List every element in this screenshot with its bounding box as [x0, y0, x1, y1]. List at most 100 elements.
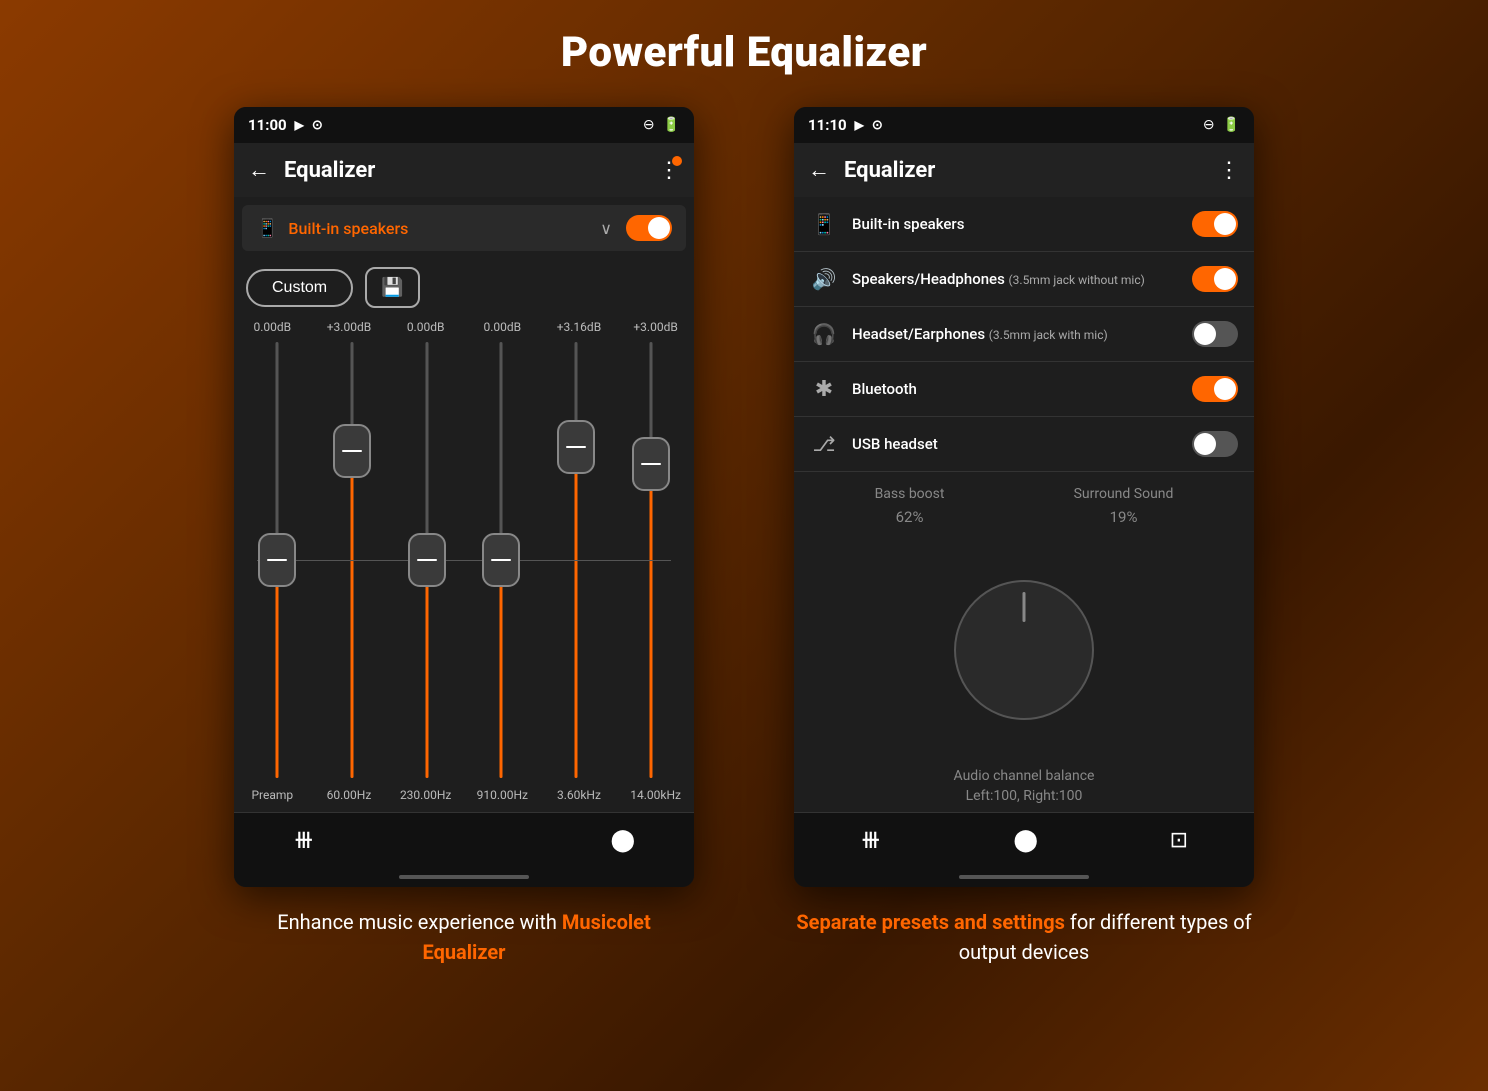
- thumb-line-14khz: [641, 463, 661, 465]
- device-name-1: Built-in speakers: [288, 219, 600, 238]
- circle-nav-icon-1[interactable]: ⬤: [610, 828, 635, 853]
- thumb-910hz[interactable]: [482, 533, 520, 587]
- thumb-line-910hz: [491, 559, 511, 561]
- thumb-3k6hz[interactable]: [557, 420, 595, 474]
- phone1-content: 📱 Built-in speakers ∨ Custom 💾 0.00dB +3…: [234, 197, 694, 887]
- db-label-0: 0.00dB: [242, 320, 302, 334]
- eq-nav-icon-1[interactable]: ⧻: [293, 825, 315, 855]
- camera-nav-icon-2[interactable]: ⊡: [1170, 828, 1188, 853]
- caption-1-plain: Enhance music experience with: [277, 910, 562, 934]
- more-menu-button-2[interactable]: ⋮: [1218, 158, 1240, 183]
- db-label-4: +3.16dB: [549, 320, 609, 334]
- eq-nav-icon-2[interactable]: ⧻: [860, 825, 882, 855]
- status-left-2: 11:10 ▶ ⊙: [808, 116, 883, 134]
- captions-row: Enhance music experience with Musicolet …: [0, 887, 1488, 967]
- knob-indicator: [1023, 592, 1026, 622]
- shaft-230hz-orange: [425, 560, 428, 778]
- more-button-wrapper-1: ⋮: [658, 158, 680, 183]
- thumb-line-3k6hz: [566, 446, 586, 448]
- minus-circle-icon: ⊖: [643, 117, 655, 133]
- audio-effects: Bass boost 62% Surround Sound 19%: [794, 472, 1254, 540]
- thumb-14khz[interactable]: [632, 437, 670, 491]
- speakers-subtitle: (3.5mm jack without mic): [1009, 273, 1145, 287]
- freq-label-3: 910.00Hz: [472, 788, 532, 802]
- output-item-bluetooth[interactable]: ✱ Bluetooth: [794, 362, 1254, 417]
- usb-toggle-knob: [1194, 433, 1216, 455]
- screen-title-1: Equalizer: [284, 158, 658, 183]
- device-icon-1: 📱: [256, 218, 278, 239]
- channel-balance-section: Audio channel balance Left:100, Right:10…: [794, 760, 1254, 812]
- builtin-toggle[interactable]: [1192, 211, 1238, 237]
- thumb-230hz[interactable]: [408, 533, 446, 587]
- headset-icon: 🎧: [810, 322, 838, 346]
- bass-boost-label: Bass boost: [875, 486, 945, 502]
- builtin-name: Built-in speakers: [852, 215, 1192, 233]
- db-label-1: +3.00dB: [319, 320, 379, 334]
- minus-circle-icon-2: ⊖: [1203, 117, 1215, 133]
- bass-boost-value: 62%: [896, 508, 924, 526]
- bluetooth-toggle-knob: [1214, 378, 1236, 400]
- thumb-line-230hz: [417, 559, 437, 561]
- output-item-speakers[interactable]: 🔊 Speakers/Headphones (3.5mm jack withou…: [794, 252, 1254, 307]
- channel-balance-label: Audio channel balance: [802, 768, 1246, 784]
- speakers-toggle[interactable]: [1192, 266, 1238, 292]
- save-preset-button[interactable]: 💾: [365, 267, 419, 308]
- headset-toggle-knob: [1194, 323, 1216, 345]
- rec-icon-2: ⊙: [872, 118, 883, 133]
- db-labels: 0.00dB +3.00dB 0.00dB 0.00dB +3.16dB +3.…: [234, 316, 694, 338]
- usb-name: USB headset: [852, 435, 1192, 453]
- channel-balance-value: Left:100, Right:100: [802, 788, 1246, 804]
- headset-name: Headset/Earphones (3.5mm jack with mic): [852, 325, 1192, 343]
- bluetooth-toggle[interactable]: [1192, 376, 1238, 402]
- toggle-knob-1: [648, 217, 670, 239]
- back-button-1[interactable]: ←: [248, 157, 270, 183]
- freq-label-2: 230.00Hz: [396, 788, 456, 802]
- headset-subtitle: (3.5mm jack with mic): [989, 328, 1108, 342]
- bluetooth-name: Bluetooth: [852, 380, 1192, 398]
- usb-toggle[interactable]: [1192, 431, 1238, 457]
- device-toggle-1[interactable]: [626, 215, 672, 241]
- back-button-2[interactable]: ←: [808, 157, 830, 183]
- custom-preset-button[interactable]: Custom: [246, 269, 353, 307]
- notification-dot-1: [672, 156, 682, 166]
- screen-title-2: Equalizer: [844, 158, 1218, 183]
- freq-label-1: 60.00Hz: [319, 788, 379, 802]
- builtin-icon: 📱: [810, 212, 838, 236]
- home-bar-line-1: [399, 875, 529, 879]
- output-item-usb[interactable]: ⎇ USB headset: [794, 417, 1254, 472]
- sliders-visual: [234, 338, 694, 782]
- status-bar-2: 11:10 ▶ ⊙ ⊖ 🔋: [794, 107, 1254, 143]
- surround-col: Surround Sound 19%: [1074, 486, 1174, 526]
- db-label-3: 0.00dB: [472, 320, 532, 334]
- freq-label-5: 14.00kHz: [626, 788, 686, 802]
- freq-label-0: Preamp: [242, 788, 302, 802]
- speakers-icon: 🔊: [810, 267, 838, 291]
- thumb-60hz[interactable]: [333, 424, 371, 478]
- freq-labels: Preamp 60.00Hz 230.00Hz 910.00Hz 3.60kHz…: [234, 782, 694, 812]
- surround-label: Surround Sound: [1074, 486, 1174, 502]
- shaft-910hz-orange: [500, 560, 503, 778]
- output-item-headset[interactable]: 🎧 Headset/Earphones (3.5mm jack with mic…: [794, 307, 1254, 362]
- status-right-2: ⊖ 🔋: [1203, 117, 1240, 133]
- phone-1: 11:00 ▶ ⊙ ⊖ 🔋 ← Equalizer ⋮ 📱 Built-in: [234, 107, 694, 887]
- phones-container: 11:00 ▶ ⊙ ⊖ 🔋 ← Equalizer ⋮ 📱 Built-in: [0, 107, 1488, 887]
- thumb-line-preamp: [267, 559, 287, 561]
- bluetooth-icon: ✱: [810, 377, 838, 402]
- surround-value: 19%: [1110, 508, 1138, 526]
- topbar-1: ← Equalizer ⋮: [234, 143, 694, 197]
- home-bar-2: [794, 867, 1254, 887]
- output-item-builtin[interactable]: 📱 Built-in speakers: [794, 197, 1254, 252]
- status-bar-1: 11:00 ▶ ⊙ ⊖ 🔋: [234, 107, 694, 143]
- device-selector-1[interactable]: 📱 Built-in speakers ∨: [242, 205, 686, 251]
- shaft-3k6hz-orange: [575, 447, 578, 778]
- rec-icon-1: ⊙: [312, 118, 323, 133]
- db-label-2: 0.00dB: [396, 320, 456, 334]
- page-title: Powerful Equalizer: [0, 0, 1488, 97]
- headset-toggle[interactable]: [1192, 321, 1238, 347]
- balance-knob[interactable]: [954, 580, 1094, 720]
- circle-nav-icon-2[interactable]: ⬤: [1013, 828, 1038, 853]
- builtin-toggle-knob: [1214, 213, 1236, 235]
- bottom-nav-1: ⧻ ⬤: [234, 812, 694, 867]
- output-list: 📱 Built-in speakers 🔊 Speakers/Headphone…: [794, 197, 1254, 472]
- thumb-preamp[interactable]: [258, 533, 296, 587]
